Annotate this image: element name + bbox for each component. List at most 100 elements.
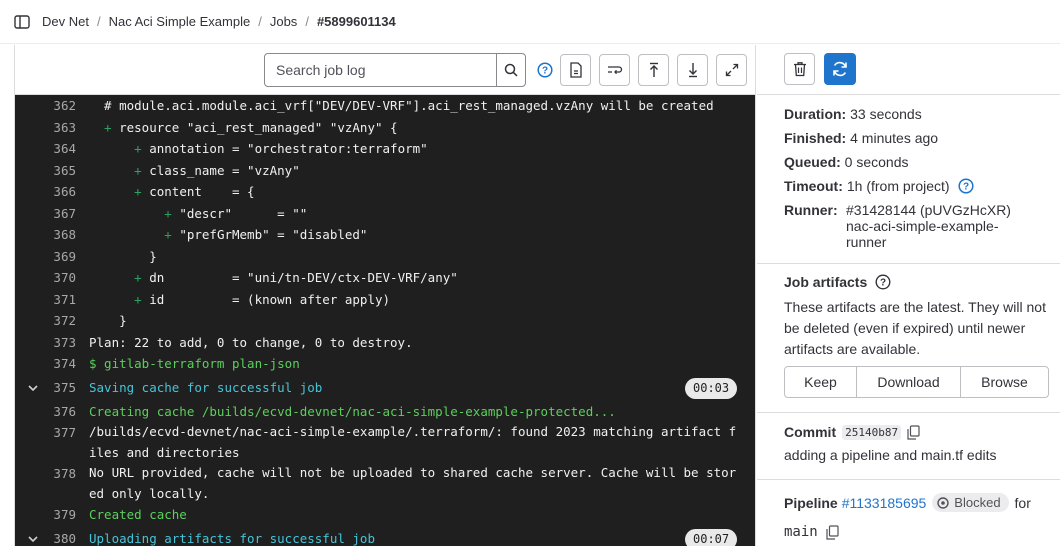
log-text-segment: } [89, 248, 157, 264]
log-text-segment: /builds/ecvd-devnet/nac-aci-simple-examp… [89, 424, 737, 460]
arrow-down-icon [688, 63, 697, 78]
line-number[interactable]: 368 [15, 224, 76, 246]
line-number[interactable]: 376 [15, 401, 76, 423]
queued-value: 0 seconds [844, 154, 909, 170]
line-number[interactable]: 377 [15, 422, 76, 444]
log-line: 373 Plan: 22 to add, 0 to change, 0 to de… [15, 332, 755, 354]
fullscreen-button[interactable] [716, 54, 747, 86]
duration-label: Duration: [784, 106, 847, 122]
duration-row: Duration: 33 seconds [784, 102, 922, 126]
breadcrumb-current-job[interactable]: #5899601134 [317, 14, 396, 29]
log-text-segment: + [89, 270, 150, 285]
search-job-log-input[interactable] [265, 54, 496, 86]
keep-artifacts-button[interactable]: Keep [785, 367, 857, 397]
show-raw-button[interactable] [560, 54, 591, 86]
log-text-segment: Plan: 22 to add, 0 to change, 0 to destr… [89, 334, 413, 350]
log-line: 374 $ gitlab-terraform plan-json [15, 353, 755, 375]
log-line: 363 + resource "aci_rest_managed" "vzAny… [15, 117, 755, 139]
finished-row: Finished: 4 minutes ago [784, 126, 938, 150]
line-number[interactable]: 372 [15, 310, 76, 332]
log-line: 379 Created cache [15, 504, 755, 526]
line-number[interactable]: 374 [15, 353, 76, 375]
line-number[interactable]: 373 [15, 332, 76, 354]
help-icon[interactable]: ? [537, 62, 553, 78]
pipeline-label: Pipeline [784, 494, 838, 511]
log-text: + "descr" = "" [89, 203, 307, 225]
log-text-segment: content = { [149, 184, 255, 199]
copy-commit-sha-icon[interactable] [907, 424, 920, 440]
pipeline-link[interactable]: #1133185695 [842, 495, 927, 511]
breadcrumb-separator: / [305, 14, 309, 29]
section-duration-badge: 00:03 [685, 377, 738, 399]
line-number[interactable]: 366 [15, 181, 76, 203]
job-log: 362 # module.aci.module.aci_vrf["DEV/DEV… [15, 95, 755, 546]
svg-text:?: ? [880, 278, 886, 289]
log-text-segment: # module.aci.module.aci_vrf["DEV/DEV-VRF… [89, 98, 714, 113]
pipeline-for-label: for [1014, 494, 1031, 511]
log-line: 362 # module.aci.module.aci_vrf["DEV/DEV… [15, 95, 755, 117]
browse-artifacts-button[interactable]: Browse [961, 367, 1048, 397]
log-section-header[interactable]: 380 Uploading artifacts for successful jo… [15, 526, 755, 546]
scroll-to-top-button[interactable] [638, 54, 669, 86]
log-text-segment: "descr" = "" [179, 205, 308, 221]
line-number[interactable]: 370 [15, 267, 76, 289]
retry-job-button[interactable] [824, 53, 856, 85]
search-button[interactable] [496, 54, 525, 86]
log-text: # module.aci.module.aci_vrf["DEV/DEV-VRF… [89, 95, 714, 117]
line-number[interactable]: 371 [15, 289, 76, 311]
log-text: + resource "aci_rest_managed" "vzAny" { [89, 117, 398, 139]
breadcrumb: Dev Net / Nac Aci Simple Example / Jobs … [0, 0, 1060, 44]
commit-message[interactable]: adding a pipeline and main.tf edits [784, 447, 996, 463]
artifacts-button-group: Keep Download Browse [784, 366, 1049, 398]
duration-value: 33 seconds [850, 106, 922, 122]
pipeline-status-text: Blocked [954, 495, 1001, 510]
breadcrumb-project[interactable]: Nac Aci Simple Example [109, 14, 251, 29]
download-artifacts-button[interactable]: Download [857, 367, 961, 397]
log-text-segment: + [89, 162, 150, 178]
commit-label: Commit [784, 424, 837, 440]
log-line: 365 + class_name = "vzAny" [15, 160, 755, 182]
breadcrumb-devnet[interactable]: Dev Net [42, 14, 89, 29]
runner-value[interactable]: #31428144 (pUVGzHcXR) nac-aci-simple-exa… [846, 200, 1036, 250]
scroll-to-bottom-button[interactable] [677, 54, 708, 86]
pipeline-status-badge[interactable]: Blocked [932, 493, 1009, 512]
finished-label: Finished: [784, 130, 847, 146]
log-text-segment: + [89, 184, 150, 199]
line-number[interactable]: 367 [15, 203, 76, 225]
artifacts-help-icon[interactable]: ? [875, 274, 891, 290]
log-text: + "prefGrMemb" = "disabled" [89, 224, 367, 246]
line-number[interactable]: 363 [15, 117, 76, 139]
trash-icon [793, 62, 806, 77]
log-line: 367 + "descr" = "" [15, 203, 755, 225]
log-text: } [89, 310, 127, 332]
erase-job-button[interactable] [784, 53, 815, 85]
branch-ref[interactable]: main [784, 524, 818, 540]
sidebar-toggle-icon[interactable] [14, 14, 30, 29]
line-number[interactable]: 378 [15, 463, 76, 485]
line-number[interactable]: 369 [15, 246, 76, 268]
copy-ref-icon[interactable] [826, 524, 839, 540]
log-text: + content = { [89, 181, 255, 203]
timeout-help-icon[interactable]: ? [958, 178, 974, 194]
log-text-segment: + [89, 119, 120, 135]
log-line: 364 + annotation = "orchestrator:terrafo… [15, 138, 755, 160]
log-text: /builds/ecvd-devnet/nac-aci-simple-examp… [89, 422, 739, 463]
log-section-header[interactable]: 375 Saving cache for successful job 00:03 [15, 375, 755, 401]
log-line: 372 } [15, 310, 755, 332]
line-number[interactable]: 365 [15, 160, 76, 182]
pipeline-row: Pipeline #1133185695 Blocked for [784, 493, 1031, 512]
line-number[interactable]: 364 [15, 138, 76, 160]
log-line: 377/builds/ecvd-devnet/nac-aci-simple-ex… [15, 422, 755, 463]
log-text: } [89, 246, 157, 268]
log-text: Saving cache for successful job [89, 375, 322, 401]
breadcrumb-jobs[interactable]: Jobs [270, 14, 297, 29]
wrap-lines-button[interactable] [599, 54, 630, 86]
commit-sha[interactable]: 25140b87 [842, 424, 902, 440]
line-number[interactable]: 362 [15, 95, 76, 117]
log-text: Creating cache /builds/ecvd-devnet/nac-a… [89, 401, 616, 423]
line-number[interactable]: 375 [15, 375, 76, 401]
log-line: 378 No URL provided, cache will not be up… [15, 463, 755, 504]
line-number[interactable]: 380 [15, 526, 76, 546]
line-number[interactable]: 379 [15, 504, 76, 526]
runner-label: Runner: [784, 202, 838, 218]
